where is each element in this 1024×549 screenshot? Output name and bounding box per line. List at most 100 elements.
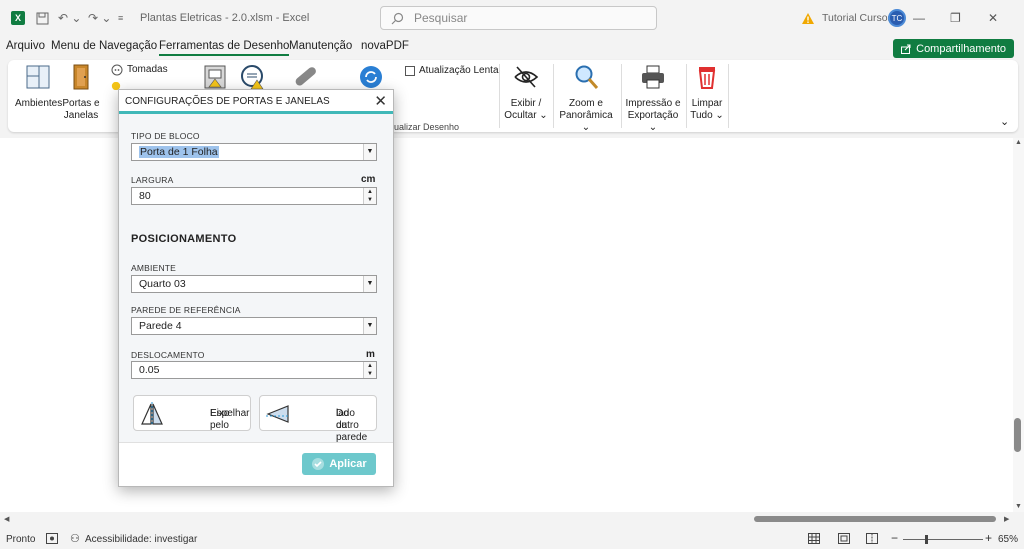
meter-icon [241,65,264,90]
zoom-slider[interactable] [903,539,983,540]
restore-icon[interactable]: ❐ [950,0,990,36]
ribbon-separator [686,64,687,128]
normal-view-icon[interactable] [808,533,820,547]
mirror-axis-button[interactable]: Espelhar pelo Eixo [133,395,251,431]
status-ready: Pronto [6,534,36,545]
refresh-icon [360,66,382,88]
flip-side-icon [266,405,290,423]
dialog-title: CONFIGURAÇÕES DE PORTAS E JANELAS [125,96,330,107]
impressao-label-1: Impressão e [625,98,681,109]
largura-input[interactable]: 80 ▲ ▼ [131,187,377,205]
exibir-label-1: Exibir / [510,98,542,109]
deslocamento-spinner[interactable]: ▲ ▼ [363,362,376,378]
largura-spinner[interactable]: ▲ ▼ [363,188,376,204]
dropdown-arrow-icon[interactable]: ▼ [363,276,376,292]
vertical-scrollbar[interactable]: ▲ ▼ [1013,138,1024,512]
tab-ferramentas-desenho[interactable]: Ferramentas de Desenho [159,40,290,56]
espelhar-label-2: Eixo [210,408,230,419]
portas-label-2: Janelas [63,110,99,121]
outro-label-2: lado da parede [336,408,368,443]
ribbon-separator [728,64,729,128]
other-side-button[interactable]: Do outro lado da parede [259,395,377,443]
search-input[interactable]: Pesquisar [380,6,657,30]
dropdown-arrow-icon[interactable]: ▼ [363,144,376,160]
floor-plan-icon [26,65,50,89]
accessibility-icon[interactable]: ⚇ [70,532,80,545]
scroll-up-icon[interactable]: ▲ [1015,139,1022,146]
ambientes-label: Ambientes [15,98,63,109]
apply-label: Aplicar [329,458,367,470]
minimize-icon[interactable]: — [913,0,953,36]
atualizacao-lenta-checkbox[interactable]: Atualização Lenta [405,65,499,77]
redo-icon[interactable]: ↷ ⌄ [88,0,111,36]
tab-arquivo[interactable]: Arquivo [6,40,45,52]
dropdown-arrow-icon[interactable]: ▼ [363,318,376,334]
portas-label-1: Portas e [62,98,100,109]
macro-record-icon[interactable] [46,533,58,547]
ambiente-label: AMBIENTE [131,263,177,273]
page-break-icon[interactable] [866,533,878,547]
impressao-exportacao-button[interactable]: Impressão e Exportação ⌄ [623,64,683,134]
largura-value: 80 [139,190,151,202]
accessibility-status[interactable]: Acessibilidade: investigar [85,534,197,545]
group-label-atualizar: ualizar Desenho [394,122,460,132]
ribbon-separator [621,64,622,128]
limpar-tudo-button[interactable]: Limpar Tudo ⌄ [689,64,725,122]
scroll-left-icon[interactable]: ◀ [4,515,9,523]
share-icon [901,44,911,54]
save-icon[interactable] [36,0,49,36]
exibir-ocultar-button[interactable]: Exibir / Ocultar ⌄ [504,64,548,122]
share-button[interactable]: Compartilhamento [893,39,1014,58]
impressao-label-2: Exportação ⌄ [627,110,679,133]
zoom-in-icon[interactable]: + [985,531,992,545]
excel-app-icon: X [11,0,25,36]
status-bar: Pronto ⚇ Acessibilidade: investigar − + … [0,530,1024,549]
zoom-panoramica-button[interactable]: Zoom e Panorâmica ⌄ [555,64,617,134]
warning-icon[interactable] [801,0,815,36]
scroll-right-icon[interactable]: ▶ [1004,515,1009,523]
parede-label: PAREDE DE REFERÊNCIA [131,305,241,315]
door-icon [73,64,89,90]
window-title: Plantas Eletricas - 2.0.xlsm - Excel [140,12,310,24]
tipo-bloco-value: Porta de 1 Folha [139,146,219,158]
ambiente-select[interactable]: Quarto 03 ▼ [131,275,377,293]
vertical-scroll-thumb[interactable] [1014,418,1021,452]
zoom-level[interactable]: 65% [998,534,1018,545]
search-icon [391,12,404,24]
tomadas-button[interactable]: Tomadas [111,64,168,76]
horizontal-scroll-thumb[interactable] [754,516,996,522]
deslocamento-input[interactable]: 0.05 ▲ ▼ [131,361,377,379]
ambiente-value: Quarto 03 [139,278,186,290]
customize-toolbar-icon[interactable]: ≡ [118,0,123,36]
apply-button[interactable]: Aplicar [302,453,376,475]
electric-panel-icon [204,65,226,89]
tab-manutencao[interactable]: Manutenção [289,40,352,52]
portas-janelas-button[interactable]: Portas e Janelas [62,64,100,122]
checkbox-box[interactable] [405,66,415,76]
magnifier-icon [575,65,599,89]
scroll-down-icon[interactable]: ▼ [1015,503,1022,510]
dialog-close-icon[interactable]: ✕ [374,92,387,110]
door-window-settings-dialog: CONFIGURAÇÕES DE PORTAS E JANELAS ✕ TIPO… [118,89,394,487]
page-layout-icon[interactable] [838,533,850,547]
zoom-slider-thumb[interactable] [925,535,928,544]
collapse-ribbon-icon[interactable]: ⌄ [1000,116,1009,128]
ribbon-separator [553,64,554,128]
user-name: Tutorial Cursos [822,12,893,24]
tab-novapdf[interactable]: novaPDF [361,40,409,52]
dialog-footer: Aplicar [119,442,393,486]
parede-select[interactable]: Parede 4 ▼ [131,317,377,335]
check-circle-icon [312,458,325,470]
deslocamento-label: DESLOCAMENTO [131,350,205,360]
undo-icon[interactable]: ↶ ⌄ [58,0,81,36]
tab-menu-navegacao[interactable]: Menu de Navegação [51,40,157,52]
ambientes-button[interactable]: Ambientes [15,64,63,110]
tipo-bloco-select[interactable]: Porta de 1 Folha ▼ [131,143,377,161]
avatar[interactable]: TC [888,0,906,36]
zoom-label-2: Panorâmica ⌄ [559,110,613,133]
search-placeholder: Pesquisar [414,11,468,25]
zoom-out-icon[interactable]: − [891,531,898,545]
close-window-icon[interactable]: ✕ [988,0,1024,36]
dialog-header: CONFIGURAÇÕES DE PORTAS E JANELAS ✕ [119,90,393,114]
ribbon-separator [499,64,500,128]
